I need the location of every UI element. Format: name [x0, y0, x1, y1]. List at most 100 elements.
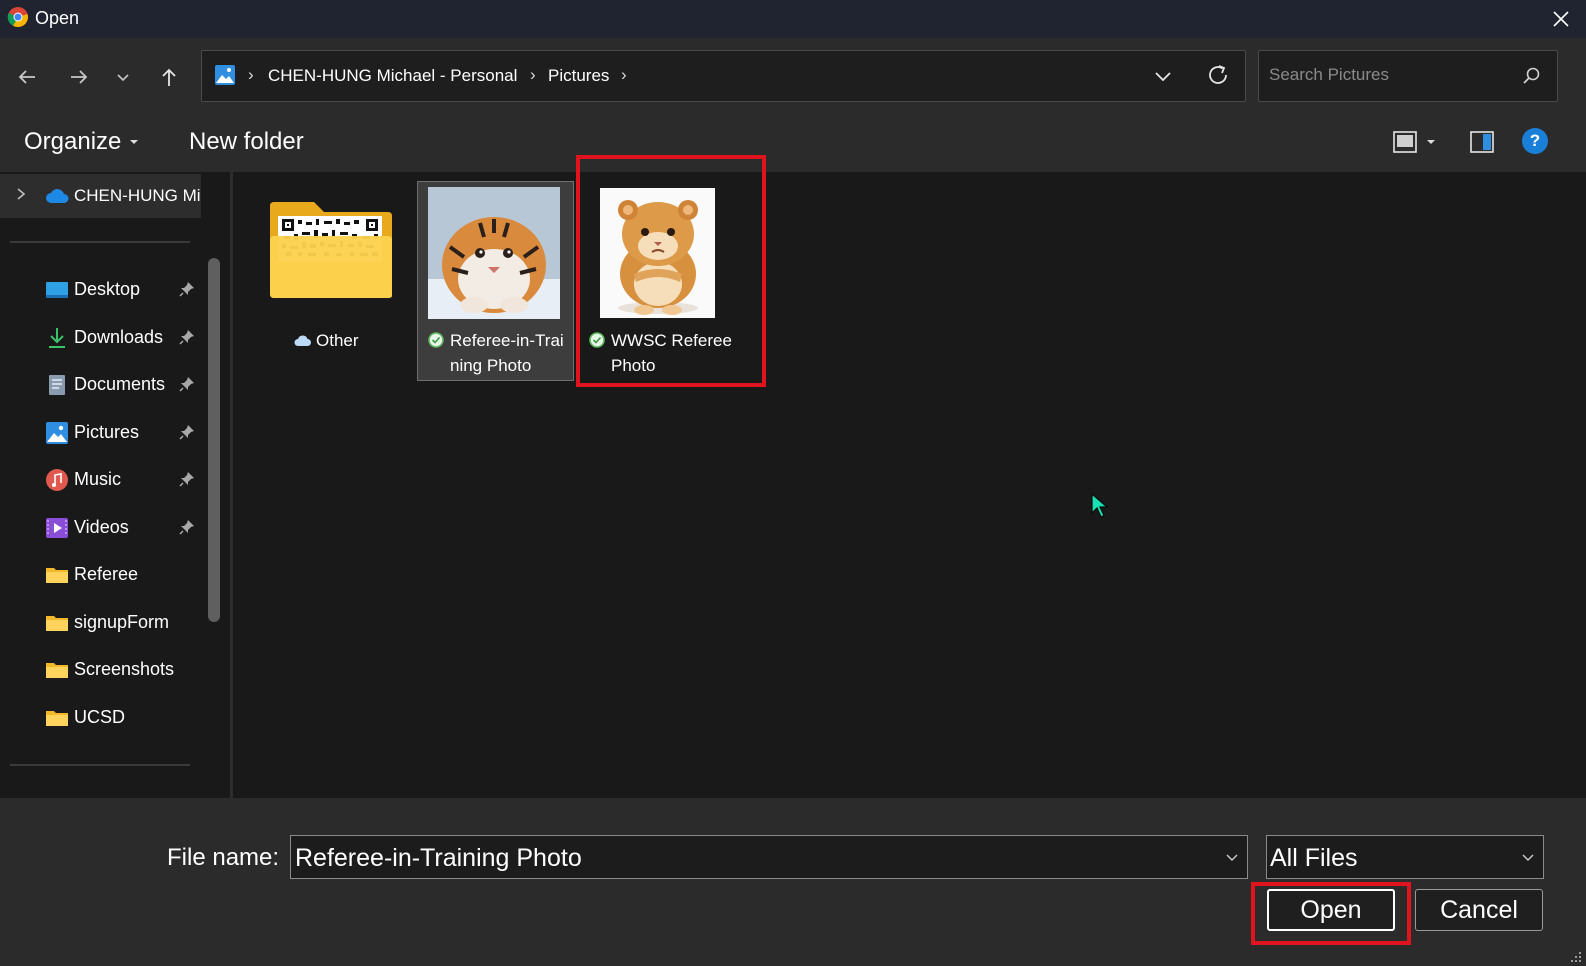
pictures-icon [46, 422, 68, 444]
divider [10, 764, 190, 766]
highlight-annotation-open [1251, 882, 1411, 945]
file-name: Other [316, 331, 359, 350]
window-title: Open [35, 8, 80, 28]
file-type-select[interactable]: All Files [1266, 835, 1544, 879]
address-bar[interactable]: › CHEN-HUNG Michael - Personal › Picture… [201, 50, 1246, 102]
sidebar-item-label: Desktop [74, 279, 141, 299]
music-icon [46, 469, 68, 491]
cancel-button[interactable]: Cancel [1415, 889, 1543, 931]
folder-qr-thumbnail-icon [270, 202, 392, 298]
chevron-down-icon [1522, 854, 1534, 861]
videos-icon [46, 518, 68, 538]
search-box[interactable] [1258, 50, 1558, 102]
sidebar-item-screenshots[interactable]: Screenshots [0, 650, 205, 690]
change-view-button[interactable] [1392, 130, 1436, 154]
file-name-line2: ning Photo [450, 356, 532, 375]
mouse-cursor-icon [1091, 493, 1109, 518]
refresh-icon[interactable] [1205, 62, 1231, 88]
sidebar-item-music[interactable]: Music [0, 460, 205, 500]
cloud-icon [46, 189, 69, 203]
search-icon[interactable] [1521, 66, 1541, 86]
file-item-referee-in-training-photo[interactable]: Referee-in-Trai ning Photo [417, 181, 574, 381]
back-button[interactable] [10, 60, 44, 94]
pin-icon[interactable] [178, 518, 196, 536]
preview-pane-icon[interactable] [1469, 130, 1495, 154]
sidebar-item-label: Referee [74, 564, 139, 584]
caret-down-icon [1427, 140, 1435, 144]
organize-menu-button[interactable]: Organize [24, 128, 139, 156]
arrow-up-icon [162, 68, 176, 86]
file-dialog-footer: File name: Referee-in-Training Photo All… [0, 798, 1586, 966]
download-icon [49, 328, 65, 348]
pin-icon[interactable] [178, 375, 196, 393]
new-folder-button[interactable]: New folder [189, 128, 304, 156]
close-button[interactable] [1536, 0, 1586, 38]
help-button[interactable]: ? [1522, 128, 1548, 154]
organize-label: Organize [24, 128, 122, 155]
breadcrumb-separator: › [530, 65, 536, 84]
sidebar-item-documents[interactable]: Documents [0, 365, 205, 405]
pin-icon[interactable] [178, 470, 196, 488]
up-button[interactable] [152, 60, 186, 94]
sidebar-item-label: Videos [74, 517, 129, 537]
arrow-right-icon [71, 70, 88, 84]
sidebar-item-signupform[interactable]: signupForm [0, 603, 205, 643]
divider [10, 241, 190, 243]
command-toolbar: Organize New folder ? [0, 114, 1586, 172]
view-icon [1393, 131, 1417, 153]
breadcrumb-separator[interactable]: › [621, 65, 627, 85]
tiger-photo-thumbnail [428, 187, 560, 319]
chevron-down-icon[interactable] [1225, 850, 1239, 864]
sidebar-item-videos[interactable]: Videos [0, 508, 205, 548]
sidebar-item-label: signupForm [74, 612, 170, 632]
recent-locations-button[interactable] [106, 60, 140, 94]
breadcrumb-separator: › [248, 65, 254, 84]
sidebar-item-onedrive[interactable]: CHEN-HUNG Michael - Personal [0, 174, 201, 218]
pane-splitter[interactable] [230, 172, 233, 798]
search-input[interactable] [1269, 65, 1509, 85]
sidebar-item-desktop[interactable]: Desktop [0, 270, 205, 310]
file-label: Referee-in-Trai ning Photo [428, 328, 564, 378]
address-history-chevron-icon[interactable] [1152, 65, 1174, 87]
sidebar-scrollbar[interactable] [208, 258, 220, 622]
folder-icon [46, 616, 68, 631]
chevron-down-icon [117, 74, 129, 82]
sidebar-item-label: Screenshots [74, 659, 175, 679]
chrome-logo-icon [7, 7, 28, 28]
breadcrumb-pictures[interactable]: Pictures [548, 66, 609, 86]
sidebar-item-downloads[interactable]: Downloads [0, 318, 205, 358]
sidebar-item-pictures[interactable]: Pictures [0, 413, 205, 453]
file-name-label: File name: [167, 844, 280, 871]
file-name-combobox[interactable]: Referee-in-Training Photo [290, 835, 1248, 879]
folder-icon [46, 663, 68, 678]
breadcrumb-onedrive[interactable]: CHEN-HUNG Michael - Personal [268, 66, 517, 86]
navigation-pane: CHEN-HUNG Michael - Personal Desktop Dow… [0, 172, 230, 798]
pin-icon[interactable] [178, 328, 196, 346]
file-name-input[interactable]: Referee-in-Training Photo [295, 844, 582, 873]
pin-icon[interactable] [178, 280, 196, 298]
file-item-other[interactable]: Other [262, 188, 402, 378]
pin-icon[interactable] [178, 423, 196, 441]
sidebar-item-label: Documents [74, 374, 166, 394]
highlight-annotation-file [576, 155, 766, 387]
file-name-line1: Referee-in-Trai [450, 331, 564, 350]
pictures-icon [215, 65, 235, 85]
sidebar-item-label: Downloads [74, 327, 164, 347]
resize-grip-icon[interactable] [1568, 949, 1582, 963]
close-icon [1553, 11, 1569, 27]
sync-check-icon [428, 332, 444, 348]
sidebar-item-label: Pictures [74, 422, 140, 442]
sidebar-item-label: CHEN-HUNG Michael - Personal [74, 186, 201, 205]
sidebar-item-label: Music [74, 469, 122, 489]
sidebar-item-referee[interactable]: Referee [0, 555, 205, 595]
sidebar-item-ucsd[interactable]: UCSD [0, 698, 205, 738]
caret-down-icon [130, 140, 139, 144]
arrow-left-icon [18, 70, 35, 84]
forward-button[interactable] [62, 60, 96, 94]
title-bar: Open [0, 0, 1586, 38]
folder-icon [46, 711, 68, 726]
file-label: Other [294, 328, 359, 353]
cloud-status-icon [294, 335, 311, 346]
chevron-right-icon[interactable] [14, 187, 28, 201]
file-type-value: All Files [1270, 844, 1358, 872]
